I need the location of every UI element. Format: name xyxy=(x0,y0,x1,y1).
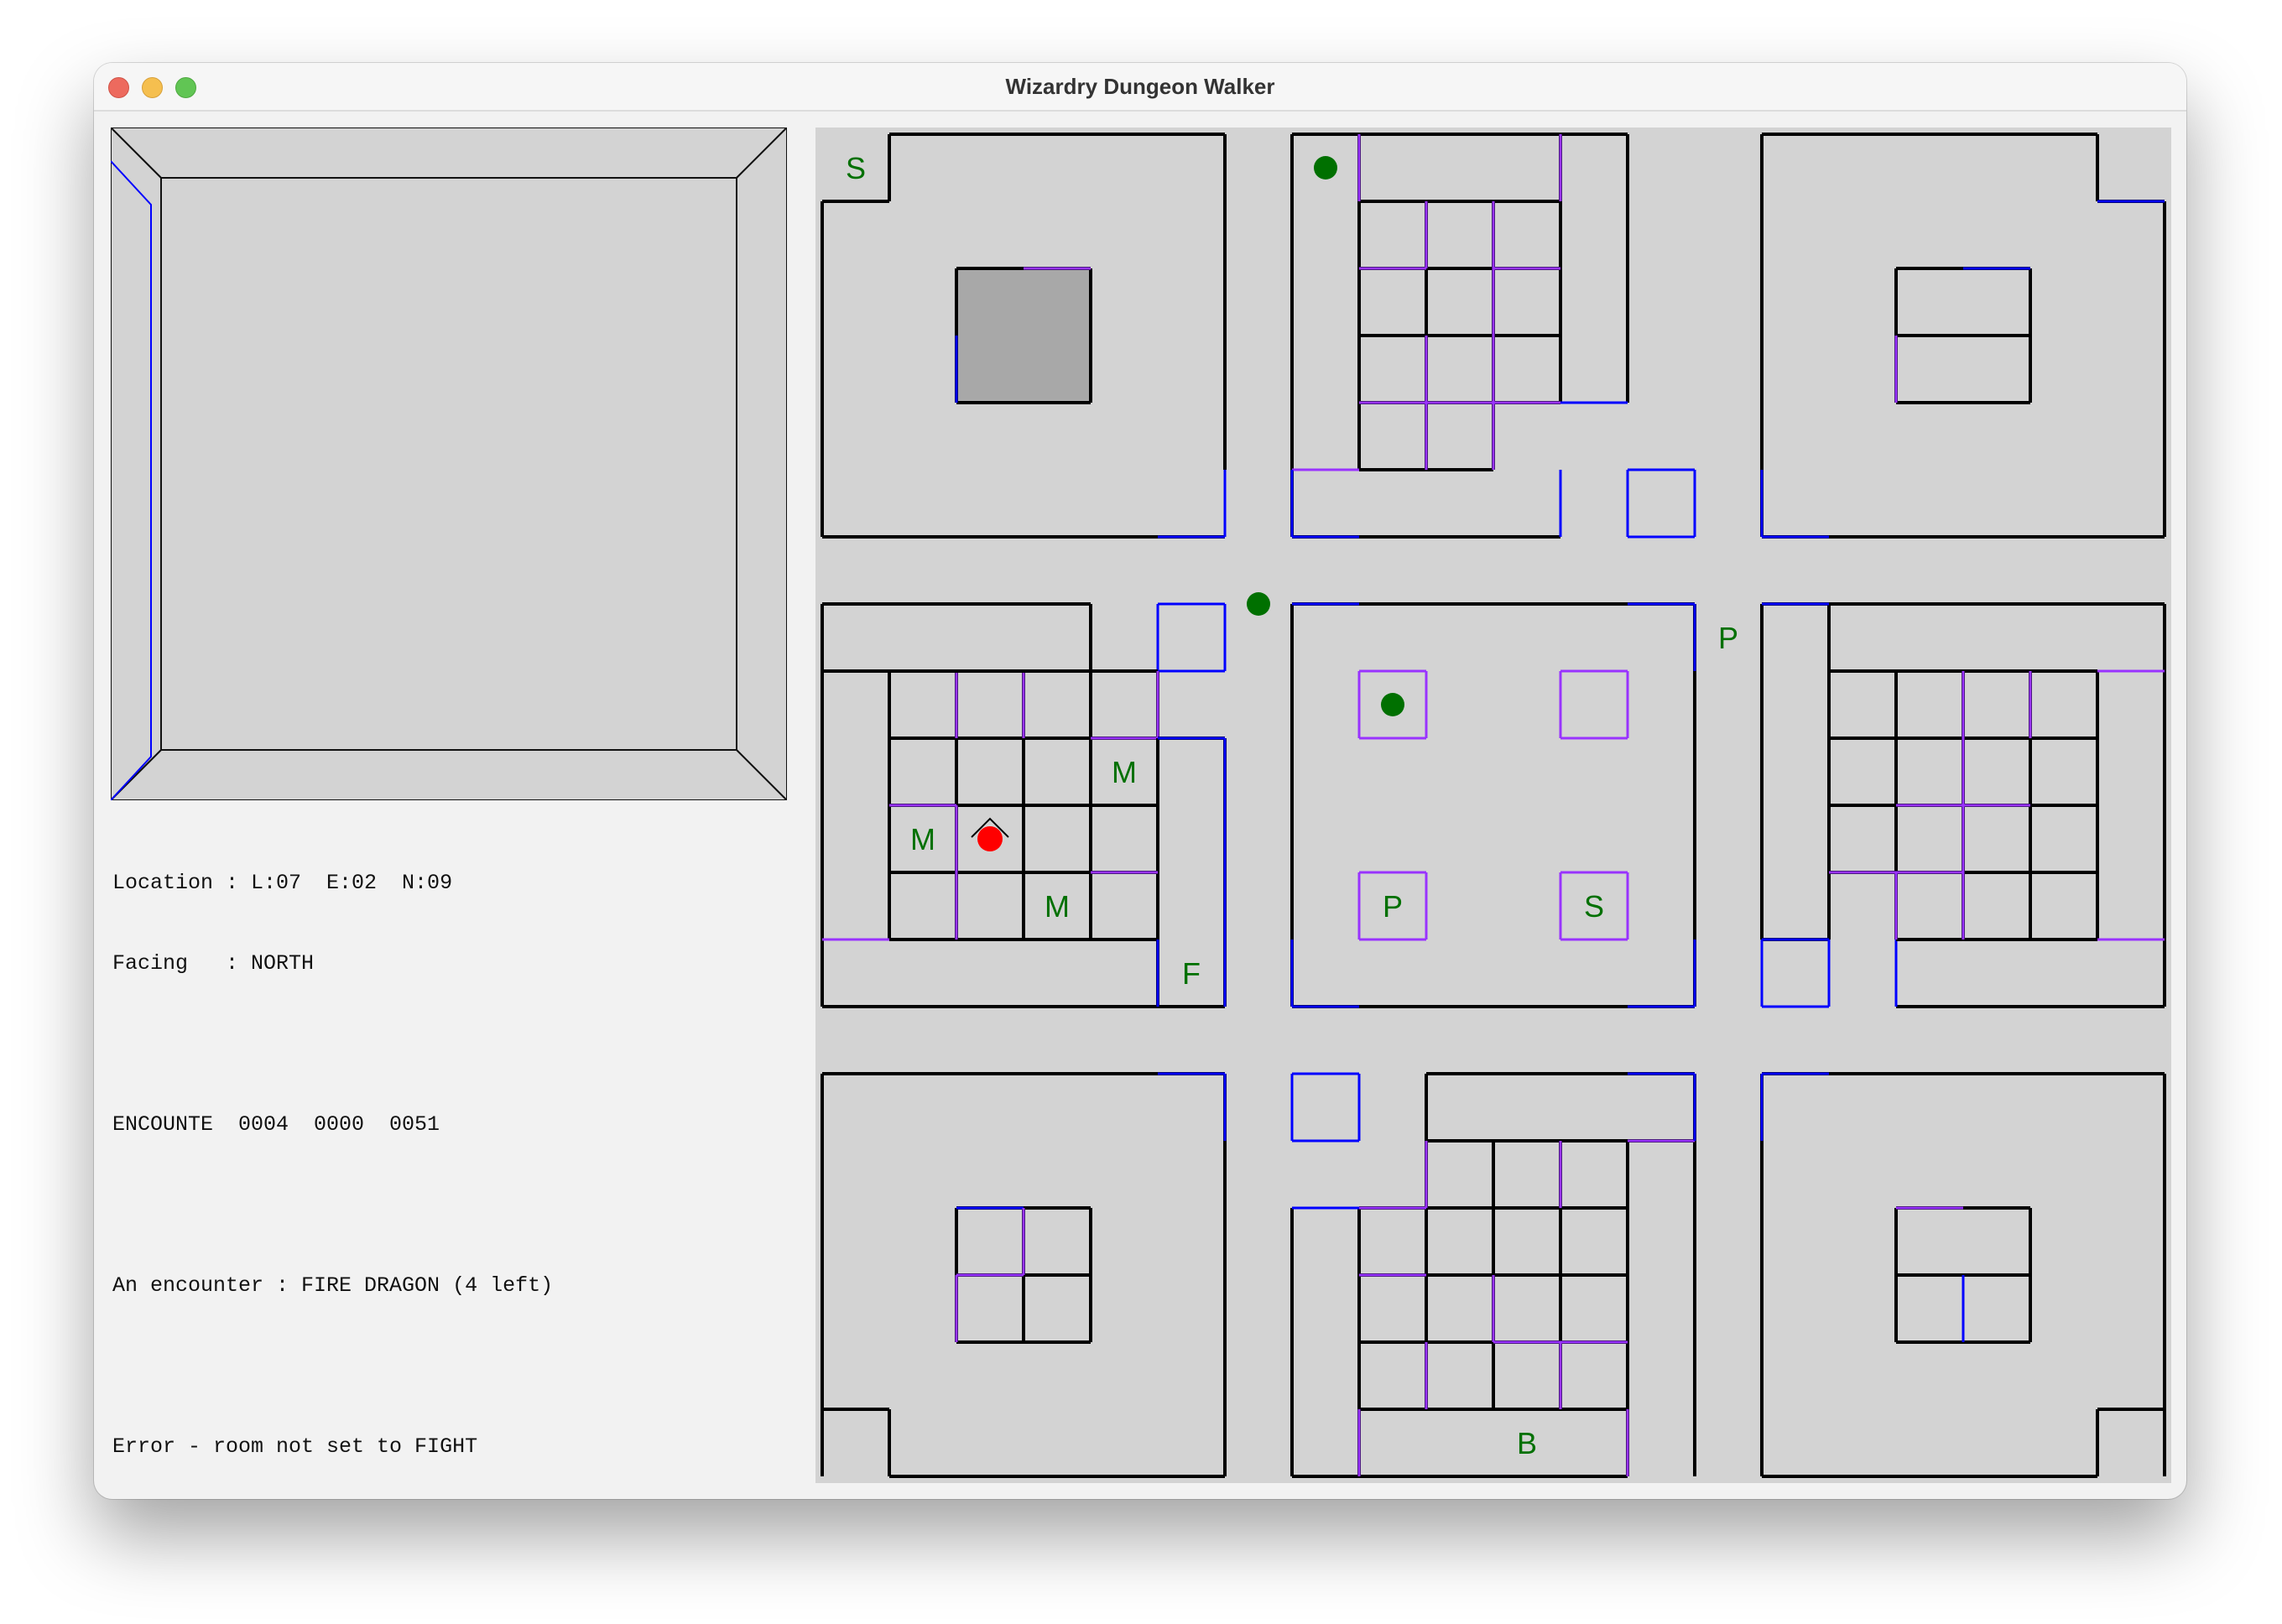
error-message: Error - room not set to FIGHT xyxy=(112,1434,478,1459)
right-wall xyxy=(736,128,787,800)
map-marker-m: M xyxy=(1112,755,1137,789)
map-dot-marker xyxy=(1314,156,1337,180)
facing-text: Facing : NORTH xyxy=(112,951,315,976)
status-panel: Location : L:07 E:02 N:09 Facing : NORTH… xyxy=(112,816,800,1499)
map-dot-marker xyxy=(1381,693,1404,716)
map-marker-p: P xyxy=(1718,621,1738,655)
dungeon-map[interactable]: S P M M M F P S B xyxy=(815,128,2171,1483)
ceiling-plane xyxy=(111,128,787,179)
app-window: Wizardry Dungeon Walker Location : L:07 … xyxy=(94,63,2186,1499)
map-marker-f: F xyxy=(1182,956,1201,991)
map-marker-s: S xyxy=(1584,889,1604,924)
left-wall xyxy=(111,128,162,800)
front-opening xyxy=(160,177,737,751)
map-marker-s: S xyxy=(846,151,866,185)
window-title: Wizardry Dungeon Walker xyxy=(1005,74,1275,99)
location-text: Location : L:07 E:02 N:09 xyxy=(112,871,453,895)
encounter-message: An encounter : FIRE DRAGON (4 left) xyxy=(112,1273,554,1298)
map-marker-m: M xyxy=(1045,889,1070,924)
map-dot-marker xyxy=(1247,592,1270,616)
map-marker-m: M xyxy=(910,822,935,856)
player-marker xyxy=(977,826,1003,851)
first-person-view xyxy=(111,128,787,800)
title-bar: Wizardry Dungeon Walker xyxy=(94,63,2186,112)
dark-room xyxy=(956,268,1091,403)
floor-plane xyxy=(111,749,787,800)
map-marker-p: P xyxy=(1383,889,1403,924)
encounter-counts-text: ENCOUNTE 0004 0000 0051 xyxy=(112,1112,440,1137)
map-marker-b: B xyxy=(1517,1426,1537,1460)
